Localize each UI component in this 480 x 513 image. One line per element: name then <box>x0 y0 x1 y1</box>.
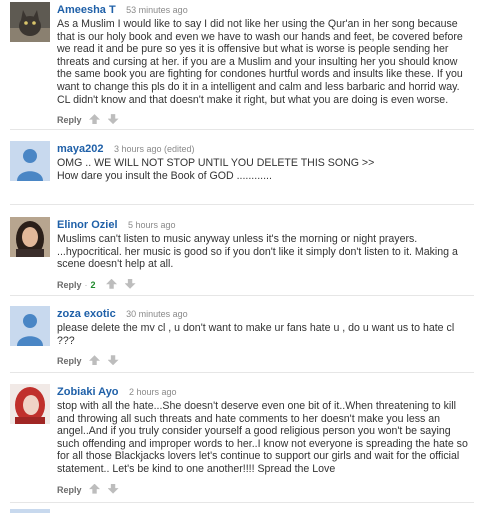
comment-time: 53 minutes ago <box>126 5 188 15</box>
thumbs-down-icon[interactable] <box>124 278 136 289</box>
comment-divider <box>10 502 474 503</box>
comment-author[interactable]: Ameesha T <box>57 4 116 16</box>
comment-header: maya202 3 hours ago (edited) <box>57 141 474 156</box>
comment-body: Elinor Oziel 5 hours ago Muslims can't l… <box>57 217 474 292</box>
comment-actions: Reply <box>57 114 474 127</box>
comment-divider <box>10 295 474 296</box>
comment-actions: Reply <box>57 355 474 368</box>
comment-header: zoza exotic 30 minutes ago <box>57 306 474 321</box>
comment-text-line: Muslims can't listen to music anyway unl… <box>57 233 418 245</box>
separator-dot: · <box>84 279 88 290</box>
reply-button[interactable]: Reply <box>57 115 82 125</box>
red-hair-photo-avatar[interactable] <box>10 384 50 424</box>
reply-button[interactable]: Reply <box>57 485 82 495</box>
comment-author[interactable]: Zobiaki Ayo <box>57 386 119 398</box>
comment-text: As a Muslim I would like to say I did no… <box>57 18 463 106</box>
comment-text: please delete the mv cl , u don't want t… <box>57 322 455 347</box>
comment-author[interactable]: maya202 <box>57 143 104 155</box>
comment-divider <box>10 129 474 130</box>
thumbs-down-icon[interactable] <box>107 114 119 125</box>
thumbs-up-icon[interactable] <box>89 355 101 366</box>
thumbs-down-icon[interactable] <box>107 355 119 366</box>
comment-actions: Reply · 2 <box>57 278 474 292</box>
default-user-avatar[interactable] <box>10 306 50 346</box>
default-user-avatar[interactable] <box>10 509 50 513</box>
like-count: 2 <box>90 279 96 290</box>
cat-photo-avatar[interactable] <box>10 2 50 42</box>
comment-header: Ameesha T 53 minutes ago <box>57 2 474 17</box>
comment-text: OMG .. WE WILL NOT STOP UNTIL YOU DELETE… <box>57 157 474 182</box>
comment-text-line: OMG .. WE WILL NOT STOP UNTIL YOU DELETE… <box>57 157 375 169</box>
comment-time: 3 hours ago (edited) <box>113 144 195 154</box>
comment-text-line: ...hypocritical. her music is good so if… <box>57 245 458 271</box>
comment-divider <box>10 204 474 205</box>
comment-body: zoza exotic 30 minutes ago please delete… <box>57 306 474 368</box>
comment-actions: Reply <box>57 483 474 497</box>
reply-button[interactable]: Reply <box>57 280 82 290</box>
thumbs-up-icon[interactable] <box>89 483 101 494</box>
comment-time: 5 hours ago <box>127 220 176 230</box>
comment-author[interactable]: Elinor Oziel <box>57 219 118 231</box>
reply-button[interactable]: Reply <box>57 356 82 366</box>
comment-body: Ameesha T 53 minutes ago As a Muslim I w… <box>57 2 474 127</box>
comment-body: maya202 3 hours ago (edited) OMG .. WE W… <box>57 141 474 182</box>
comment-text: stop with all the hate...She doesn't des… <box>57 400 468 475</box>
comment-author[interactable]: zoza exotic <box>57 308 116 320</box>
comment-divider <box>10 372 474 373</box>
thumbs-up-icon[interactable] <box>106 278 118 289</box>
comment-time: 30 minutes ago <box>126 309 188 319</box>
comment-header: Zobiaki Ayo 2 hours ago <box>57 384 474 399</box>
thumbs-up-icon[interactable] <box>89 114 101 125</box>
comment-header: Elinor Oziel 5 hours ago <box>57 217 474 232</box>
default-user-avatar[interactable] <box>10 141 50 181</box>
woman-photo-avatar[interactable] <box>10 217 50 257</box>
thumbs-down-icon[interactable] <box>107 483 119 494</box>
comment-text: Muslims can't listen to music anyway unl… <box>57 233 474 271</box>
comment-text-line: How dare you insult the Book of GOD ....… <box>57 169 272 182</box>
comment-time: 2 hours ago <box>128 387 177 397</box>
comment-body: Zobiaki Ayo 2 hours ago stop with all th… <box>57 384 474 497</box>
